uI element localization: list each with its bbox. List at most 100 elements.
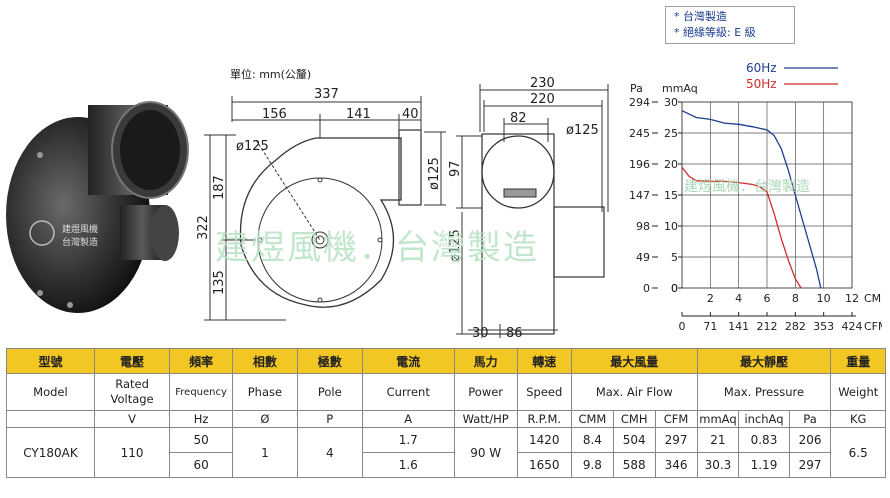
spec-table: 型號 電壓 頻率 相數 極數 電流 馬力 轉速 最大風量 最大靜壓 重量 Mod… bbox=[6, 348, 886, 478]
hdr-zh-model: 型號 bbox=[6, 348, 95, 374]
y-tick-pa: 147 bbox=[629, 189, 650, 202]
legend-label-50hz: 50Hz bbox=[746, 77, 777, 91]
x-tick-cfm: 71 bbox=[703, 320, 717, 333]
cell-inchaq: 0.83 bbox=[738, 427, 790, 453]
cell-mmaq: 30.3 bbox=[696, 452, 740, 478]
cell-pa: 206 bbox=[788, 427, 832, 453]
cell-phase: 1 bbox=[231, 427, 298, 478]
cell-model: CY180AK bbox=[6, 427, 95, 478]
hdr-zh-pole: 極數 bbox=[296, 348, 363, 374]
dim-offset-97: 97 bbox=[448, 160, 463, 177]
hdr-zh-pressure: 最大靜壓 bbox=[696, 348, 832, 374]
dim-bottom-b: 86 bbox=[506, 326, 523, 341]
hdr-en-air-flow: Max. Air Flow bbox=[570, 373, 698, 411]
dim-outlet-diameter: ø125 bbox=[566, 123, 599, 138]
y-label-pa: Pa bbox=[630, 82, 643, 95]
unit-model-blank bbox=[6, 410, 95, 428]
hdr-en-model: Model bbox=[6, 373, 95, 411]
cell-cfm: 346 bbox=[654, 452, 698, 478]
y-tick-pa: 49 bbox=[636, 251, 650, 264]
unit-a: A bbox=[361, 410, 455, 428]
cell-cmm: 8.4 bbox=[570, 427, 614, 453]
cell-pa: 297 bbox=[788, 452, 832, 478]
photo-caption-1: 建煜風機 bbox=[62, 223, 98, 235]
note-made-in-taiwan: * 台灣製造 bbox=[674, 10, 727, 23]
y-tick-mmaq: 30 bbox=[664, 96, 678, 109]
dim-height-lower: 135 bbox=[212, 270, 227, 295]
front-view-drawing: 337 156 141 40 ø125 322 187 135 ø125 bbox=[196, 87, 446, 321]
unit-pa: Pa bbox=[788, 410, 832, 428]
units-row: V Hz Ø P A Watt/HP R.P.M. CMM CMH CFM mm… bbox=[6, 410, 886, 428]
x-tick-cmm: 8 bbox=[792, 292, 799, 305]
y-label-mmaq: mmAq bbox=[662, 82, 698, 95]
cell-current: 1.7 bbox=[361, 427, 455, 453]
hdr-en-power: Power bbox=[453, 373, 518, 411]
hdr-en-pole: Pole bbox=[296, 373, 363, 411]
cell-power: 90 W bbox=[453, 427, 518, 478]
dim-top-width: 82 bbox=[510, 111, 527, 126]
unit-phase: Ø bbox=[231, 410, 298, 428]
dim-bottom-a: 30 bbox=[472, 326, 489, 341]
cell-voltage: 110 bbox=[93, 427, 171, 478]
hdr-en-pressure: Max. Pressure bbox=[696, 373, 832, 411]
hdr-zh-current: 電流 bbox=[361, 348, 455, 374]
x-tick-cfm: 141 bbox=[728, 320, 749, 333]
x-label-cfm: CFM bbox=[864, 320, 882, 333]
hdr-en-voltage: Rated Voltage bbox=[93, 373, 171, 411]
cell-pole: 4 bbox=[296, 427, 363, 478]
side-view-drawing: 230 220 82 ø125 97 ø125 30 86 bbox=[448, 76, 609, 341]
hdr-zh-power: 馬力 bbox=[453, 348, 518, 374]
y-tick-pa: 294 bbox=[629, 96, 650, 109]
chart-watermark: 建煜風機．台灣製造 bbox=[684, 179, 810, 195]
x-tick-cmm: 6 bbox=[764, 292, 771, 305]
unit-inchaq: inchAq bbox=[738, 410, 790, 428]
cell-rpm: 1650 bbox=[516, 452, 572, 478]
hdr-en-weight: Weight bbox=[830, 373, 886, 411]
x-tick-cfm: 212 bbox=[757, 320, 778, 333]
header-row-en: Model Rated Voltage Frequency Phase Pole… bbox=[6, 373, 886, 411]
unit-mmaq: mmAq bbox=[696, 410, 740, 428]
dim-width-outer: 230 bbox=[530, 76, 555, 91]
unit-kg: KG bbox=[830, 410, 886, 428]
notes-box: * 台灣製造 * 絕緣等級: E 級 bbox=[665, 6, 795, 44]
y-tick-pa: 0 bbox=[643, 282, 650, 295]
y-tick-mmaq: 25 bbox=[664, 127, 678, 140]
dim-inlet-diameter: ø125 bbox=[236, 139, 269, 154]
header-row-zh: 型號 電壓 頻率 相數 極數 電流 馬力 轉速 最大風量 最大靜壓 重量 bbox=[6, 348, 886, 374]
unit-watt-hp: Watt/HP bbox=[453, 410, 518, 428]
hdr-zh-speed: 轉速 bbox=[516, 348, 572, 374]
cell-inchaq: 1.19 bbox=[738, 452, 790, 478]
unit-cfm: CFM bbox=[654, 410, 698, 428]
unit-cmm: CMM bbox=[570, 410, 614, 428]
hdr-en-phase: Phase bbox=[231, 373, 298, 411]
unit-rpm: R.P.M. bbox=[516, 410, 572, 428]
y-tick-pa: 196 bbox=[629, 158, 650, 171]
cell-freq: 50 bbox=[169, 427, 233, 453]
dim-width-inner: 220 bbox=[530, 92, 555, 107]
y-tick-pa: 245 bbox=[629, 127, 650, 140]
photo-caption-2: 台灣製造 bbox=[62, 236, 98, 248]
hdr-en-frequency: Frequency bbox=[169, 373, 233, 411]
y-tick-mmaq: 20 bbox=[664, 158, 678, 171]
dim-part-c: 40 bbox=[402, 107, 419, 122]
x-tick-cfm: 353 bbox=[813, 320, 834, 333]
x-tick-cfm: 0 bbox=[679, 320, 686, 333]
x-tick-cmm: 2 bbox=[707, 292, 714, 305]
x-tick-cfm: 282 bbox=[785, 320, 806, 333]
cell-cmh: 504 bbox=[612, 427, 656, 453]
dim-part-a: 156 bbox=[262, 107, 287, 122]
hdr-zh-weight: 重量 bbox=[830, 348, 886, 374]
y-tick-pa: 98 bbox=[636, 220, 650, 233]
cell-freq: 60 bbox=[169, 452, 233, 478]
hdr-zh-voltage: 電壓 bbox=[93, 348, 171, 374]
x-label-cmm: CMM bbox=[864, 292, 882, 305]
hdr-zh-frequency: 頻率 bbox=[169, 348, 233, 374]
dim-height-upper: 187 bbox=[212, 175, 227, 200]
hdr-en-current: Current bbox=[361, 373, 455, 411]
note-insulation-class: * 絕緣等級: E 級 bbox=[674, 26, 756, 39]
y-tick-mmaq: 5 bbox=[671, 251, 678, 264]
origin-label: 0 bbox=[671, 282, 678, 295]
unit-hz: Hz bbox=[169, 410, 233, 428]
hdr-en-speed: Speed bbox=[516, 373, 572, 411]
x-tick-cmm: 12 bbox=[845, 292, 859, 305]
